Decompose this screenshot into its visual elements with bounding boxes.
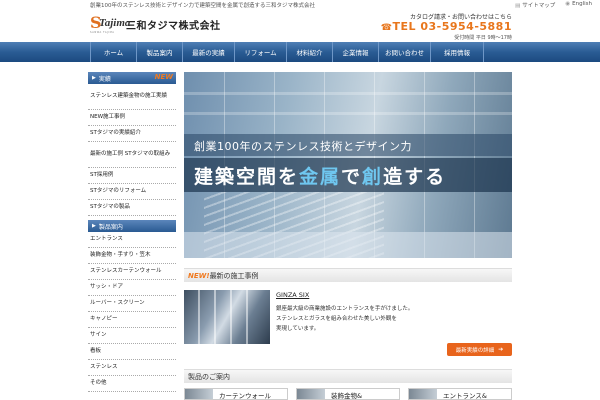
logo-mark-tajima: Tajima <box>99 17 131 29</box>
roof-beam <box>184 92 512 95</box>
sidebar-heading-works: ▶ 実績 NEW <box>88 72 176 84</box>
sidebar-heading-label: 製品案内 <box>98 223 123 231</box>
sidebar-item[interactable]: サイン <box>88 328 176 344</box>
global-nav: ホーム 製品案内 最新の実績 リフォーム 材料紹介 企業情報 お問い合わせ 採用… <box>0 42 600 62</box>
phone-text: TEL 03-5954-5881 <box>392 20 512 33</box>
company-logo[interactable]: S Tajima SANWA TAJIMA 三和タジマ株式会社 <box>90 13 221 35</box>
roof-beam <box>184 112 512 115</box>
utility-links: ▤ サイトマップ ◉ English <box>515 1 592 9</box>
products-heading: 製品のご案内 <box>184 369 512 383</box>
english-label: English <box>572 1 592 7</box>
triangle-right-icon: ▶ <box>92 223 96 229</box>
hero-banner: 創業100年のステンレス技術とデザイン力 建築空間を金属で創造する <box>184 72 512 258</box>
hero-headline-part: 造する <box>383 166 447 188</box>
new-badge: NEW <box>154 73 173 81</box>
floor-graphic <box>184 232 512 258</box>
hero-headline: 建築空間を金属で創造する <box>194 162 446 189</box>
company-name: 三和タジマ株式会社 <box>126 20 221 32</box>
news-new-badge: NEW! <box>188 271 210 280</box>
news-thumbnail[interactable] <box>184 290 270 344</box>
nav-recruit[interactable]: 採用情報 <box>430 42 484 62</box>
top-strip: 創業100年のステンレス技術とデザイン力で建築空間を金属で創造する三和タジマ株式… <box>0 0 600 12</box>
sidebar-item[interactable]: NEW施工事例 <box>88 110 176 126</box>
arrow-right-icon: ➔ <box>498 346 504 353</box>
logo-mark: S Tajima SANWA TAJIMA <box>90 13 130 35</box>
site-tagline: 創業100年のステンレス技術とデザイン力で建築空間を金属で創造する三和タジマ株式… <box>90 3 316 9</box>
business-hours: 受付時間 平日 9時〜17時 <box>454 35 512 41</box>
sidebar-item[interactable]: ステンレス建築金物の施工実績 <box>88 84 176 110</box>
product-thumbnail <box>409 389 437 399</box>
english-link[interactable]: ◉ English <box>565 1 592 9</box>
triangle-right-icon: ▶ <box>92 75 96 81</box>
sidebar-item[interactable]: サッシ・ドア <box>88 280 176 296</box>
sidebar-item[interactable]: エントランス <box>88 232 176 248</box>
product-card-label: 装飾金物& <box>331 392 363 400</box>
logo-mark-sub: SANWA TAJIMA <box>90 31 115 34</box>
sitemap-label: サイトマップ <box>522 3 556 9</box>
hero-headline-highlight: 金属 <box>299 166 342 188</box>
sitemap-link[interactable]: ▤ サイトマップ <box>515 1 555 9</box>
phone-number[interactable]: ☎TEL 03-5954-5881 <box>381 21 512 34</box>
product-card[interactable]: エントランス& <box>408 388 512 400</box>
phone-icon: ☎ <box>380 23 393 33</box>
nav-home[interactable]: ホーム <box>90 42 136 62</box>
news-item-title[interactable]: GINZA SIX <box>276 291 309 299</box>
hero-headline-part: 建築空間を <box>194 166 300 188</box>
nav-products[interactable]: 製品案内 <box>136 42 182 62</box>
product-card[interactable]: 装飾金物& <box>296 388 400 400</box>
sidebar-item[interactable]: ST採用例 <box>88 168 176 184</box>
nav-reform[interactable]: リフォーム <box>234 42 286 62</box>
sidebar: ▶ 実績 NEW ステンレス建築金物の施工実績 NEW施工事例 STタジマの実績… <box>88 72 176 392</box>
sidebar-item[interactable]: 看板 <box>88 344 176 360</box>
thumb-column <box>214 290 216 344</box>
product-thumbnail <box>185 389 213 399</box>
nav-contact[interactable]: お問い合わせ <box>378 42 430 62</box>
sidebar-item[interactable]: 最新の施工例 STタジマの取組み <box>88 142 176 168</box>
site-header: S Tajima SANWA TAJIMA 三和タジマ株式会社 カタログ請求・お… <box>0 12 600 42</box>
sidebar-item[interactable]: その他 <box>88 376 176 392</box>
product-card-label: エントランス& <box>443 392 487 400</box>
thumb-column <box>246 290 248 344</box>
sidebar-item[interactable]: STタジマの実績紹介 <box>88 126 176 142</box>
news-button-label: 最新実績の詳細 <box>455 347 495 354</box>
news-item-body: 銀座最大級の商業施設のエントランスを手がけました。 ステンレスとガラスを組み合わ… <box>276 304 456 334</box>
hero-subcopy: 創業100年のステンレス技術とデザイン力 <box>194 140 412 153</box>
sidebar-item[interactable]: STタジマのリフォーム <box>88 184 176 200</box>
sidebar-heading-label: 実績 <box>98 75 111 83</box>
nav-materials[interactable]: 材料紹介 <box>286 42 332 62</box>
sidebar-item[interactable]: ルーバー・スクリーン <box>88 296 176 312</box>
sidebar-item[interactable]: STタジマの製品 <box>88 200 176 216</box>
sidebar-item[interactable]: ステンレス <box>88 360 176 376</box>
document-icon: ▤ <box>515 3 521 9</box>
sidebar-item[interactable]: ステンレスカーテンウォール <box>88 264 176 280</box>
product-card[interactable]: カーテンウォール <box>184 388 288 400</box>
news-body-line: ステンレスとガラスを組み合わせた美しい外観を <box>276 316 397 322</box>
sidebar-item[interactable]: キャノピー <box>88 312 176 328</box>
hero-headline-highlight: 創 <box>362 166 384 188</box>
nav-latest-works[interactable]: 最新の実績 <box>182 42 234 62</box>
thumb-column <box>230 290 232 344</box>
sidebar-heading-products: ▶ 製品案内 <box>88 220 176 232</box>
product-card-label: カーテンウォール <box>219 392 271 400</box>
latest-works-detail-button[interactable]: 最新実績の詳細 ➔ <box>447 343 512 356</box>
news-heading-label: 最新の施工事例 <box>209 271 259 280</box>
globe-icon: ◉ <box>565 1 571 7</box>
news-heading: NEW! 最新の施工事例 <box>184 268 512 282</box>
sidebar-item[interactable]: 装飾金物・手すり・笠木 <box>88 248 176 264</box>
news-body-line: 実現しています。 <box>276 326 320 332</box>
product-thumbnail <box>297 389 325 399</box>
thumb-column <box>198 290 200 344</box>
news-body-line: 銀座最大級の商業施設のエントランスを手がけました。 <box>276 306 414 312</box>
contact-block[interactable]: カタログ請求・お問い合わせはこちら ☎TEL 03-5954-5881 受付時間… <box>381 12 512 41</box>
nav-company[interactable]: 企業情報 <box>332 42 378 62</box>
hero-headline-part: で <box>341 166 363 188</box>
